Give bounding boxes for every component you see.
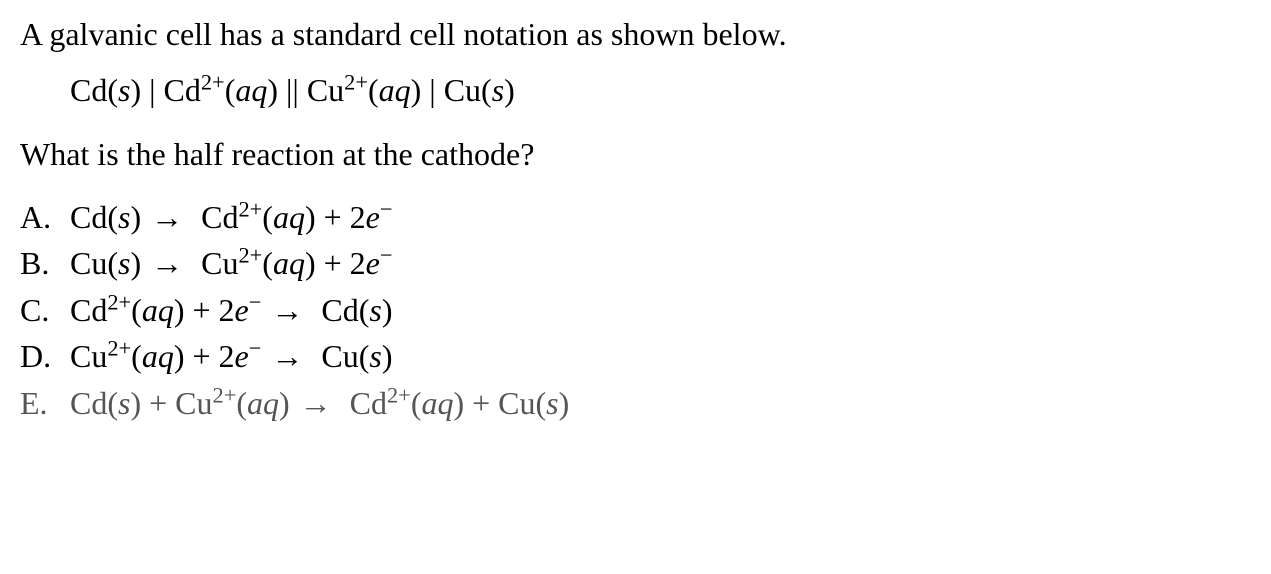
notation-part: ) || Cu — [267, 72, 344, 108]
electron: e — [366, 245, 380, 281]
option-a: A. Cd(s)→ Cd2+(aq) + 2e− — [20, 194, 1251, 240]
electron-charge: − — [249, 336, 262, 361]
option-e: E. Cd(s) + Cu2+(aq)→ Cd2+(aq) + Cu(s) — [20, 380, 1251, 426]
notation-part: ) | Cu( — [411, 72, 492, 108]
charge: 2+ — [213, 382, 237, 407]
notation-part: Cd( — [70, 72, 118, 108]
option-label-b: B. — [20, 240, 70, 286]
state-s: s — [492, 72, 504, 108]
arrow-icon: → — [261, 333, 313, 379]
charge: 2+ — [201, 69, 225, 94]
option-b-equation: Cu(s)→ Cu2+(aq) + 2e− — [70, 240, 392, 286]
notation-part: ( — [225, 72, 236, 108]
eq-part: ) + 2 — [305, 245, 366, 281]
cell-notation: Cd(s) | Cd2+(aq) || Cu2+(aq) | Cu(s) — [70, 66, 1251, 114]
notation-part: ) — [504, 72, 515, 108]
electron: e — [235, 338, 249, 374]
eq-part: ) + 2 — [305, 199, 366, 235]
eq-part: ) — [382, 292, 393, 328]
electron: e — [366, 199, 380, 235]
state-aq: aq — [379, 72, 411, 108]
eq-part: ) — [279, 385, 290, 421]
option-d: D. Cu2+(aq) + 2e−→ Cu(s) — [20, 333, 1251, 379]
state-s: s — [118, 245, 130, 281]
charge: 2+ — [238, 243, 262, 268]
electron: e — [235, 292, 249, 328]
option-label-d: D. — [20, 333, 70, 379]
state-aq: aq — [421, 385, 453, 421]
eq-part: ) + Cu — [130, 385, 212, 421]
state-aq: aq — [273, 199, 305, 235]
charge: 2+ — [238, 196, 262, 221]
intro-text: A galvanic cell has a standard cell nota… — [20, 10, 1251, 58]
state-aq: aq — [142, 292, 174, 328]
state-s: s — [546, 385, 558, 421]
option-e-equation: Cd(s) + Cu2+(aq)→ Cd2+(aq) + Cu(s) — [70, 380, 569, 426]
eq-part: Cd( — [313, 292, 369, 328]
arrow-icon: → — [290, 380, 342, 426]
eq-part: Cd — [342, 385, 387, 421]
state-aq: aq — [235, 72, 267, 108]
arrow-icon: → — [141, 240, 193, 286]
option-label-c: C. — [20, 287, 70, 333]
eq-part: Cd( — [70, 385, 118, 421]
notation-part: ( — [368, 72, 379, 108]
eq-part: Cu( — [70, 245, 118, 281]
electron-charge: − — [380, 196, 393, 221]
eq-part: ( — [131, 292, 142, 328]
answer-options: A. Cd(s)→ Cd2+(aq) + 2e− B. Cu(s)→ Cu2+(… — [20, 194, 1251, 426]
eq-part: Cd — [70, 292, 107, 328]
eq-part: ) + 2 — [174, 338, 235, 374]
eq-part: ( — [411, 385, 422, 421]
option-label-a: A. — [20, 194, 70, 240]
option-c-equation: Cd2+(aq) + 2e−→ Cd(s) — [70, 287, 392, 333]
state-aq: aq — [247, 385, 279, 421]
eq-part: ) — [130, 199, 141, 235]
electron-charge: − — [249, 289, 262, 314]
arrow-icon: → — [261, 287, 313, 333]
eq-part: ) — [382, 338, 393, 374]
eq-part: Cu — [70, 338, 107, 374]
eq-part: ) — [559, 385, 570, 421]
eq-part: ( — [262, 199, 273, 235]
state-s: s — [118, 199, 130, 235]
eq-part: ( — [262, 245, 273, 281]
state-s: s — [369, 292, 381, 328]
charge: 2+ — [344, 69, 368, 94]
question-text: What is the half reaction at the cathode… — [20, 130, 1251, 178]
eq-part: ) + 2 — [174, 292, 235, 328]
option-b: B. Cu(s)→ Cu2+(aq) + 2e− — [20, 240, 1251, 286]
charge: 2+ — [107, 289, 131, 314]
eq-part: ) + Cu( — [453, 385, 546, 421]
state-s: s — [118, 385, 130, 421]
state-aq: aq — [142, 338, 174, 374]
state-aq: aq — [273, 245, 305, 281]
state-s: s — [369, 338, 381, 374]
eq-part: ) — [130, 245, 141, 281]
option-c: C. Cd2+(aq) + 2e−→ Cd(s) — [20, 287, 1251, 333]
charge: 2+ — [107, 336, 131, 361]
eq-part: Cd — [193, 199, 238, 235]
eq-part: ( — [131, 338, 142, 374]
option-a-equation: Cd(s)→ Cd2+(aq) + 2e− — [70, 194, 392, 240]
arrow-icon: → — [141, 194, 193, 240]
eq-part: Cu — [193, 245, 238, 281]
eq-part: Cu( — [313, 338, 369, 374]
eq-part: ( — [236, 385, 247, 421]
charge: 2+ — [387, 382, 411, 407]
option-d-equation: Cu2+(aq) + 2e−→ Cu(s) — [70, 333, 392, 379]
electron-charge: − — [380, 243, 393, 268]
eq-part: Cd( — [70, 199, 118, 235]
state-s: s — [118, 72, 130, 108]
option-label-e: E. — [20, 380, 70, 426]
notation-part: ) | Cd — [130, 72, 200, 108]
